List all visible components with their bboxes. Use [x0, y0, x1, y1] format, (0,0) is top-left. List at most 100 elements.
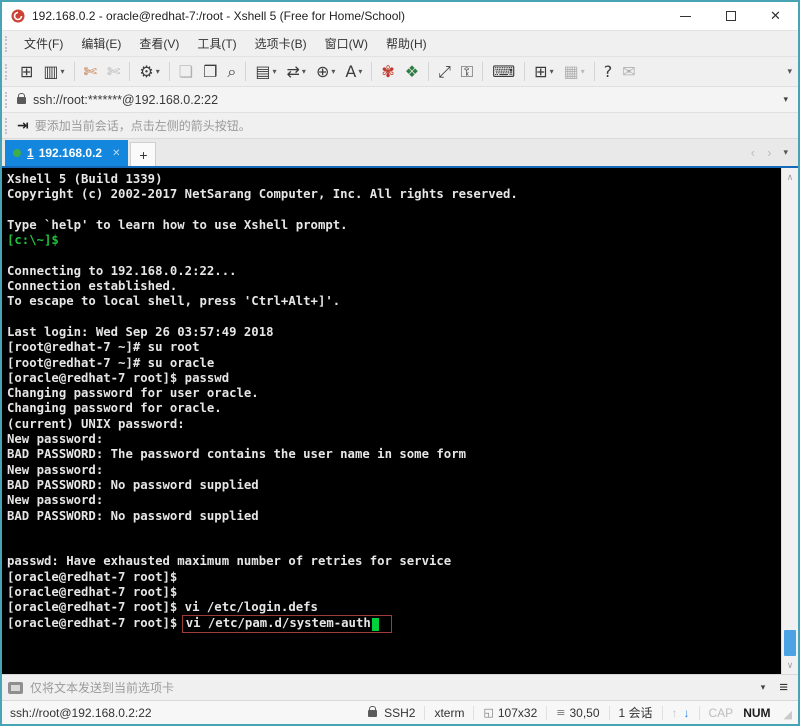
- toolbar-divider: [428, 62, 430, 81]
- encoding-icon[interactable]: ⇄ ▾: [283, 61, 310, 83]
- toolbar-drag-grip[interactable]: [5, 63, 11, 80]
- add-session-arrow-icon[interactable]: ⇥: [17, 118, 29, 134]
- terminal-line: Connection established.: [7, 279, 178, 294]
- chevron-down-icon[interactable]: ▾: [156, 67, 160, 76]
- chevron-down-icon[interactable]: ▾: [358, 67, 362, 76]
- menu-item[interactable]: 帮助(H): [377, 31, 436, 56]
- terminal-current-line: [oracle@redhat-7 root]$ vi /etc/pam.d/sy…: [7, 615, 781, 633]
- toolbar-overflow-button[interactable]: ▾: [787, 66, 792, 77]
- status-bar: ssh://root@192.168.0.2:22 SSH2 xterm ◱ 1…: [2, 700, 798, 724]
- terminal-lines: Xshell 5 (Build 1339) Copyright (c) 2002-…: [7, 172, 781, 616]
- tab-nav: ‹ › ▾: [751, 145, 798, 166]
- terminal-line: passwd: Have exhausted maximum number of…: [7, 554, 452, 569]
- terminal-line: New password:: [7, 462, 104, 477]
- terminal-line: [oracle@redhat-7 root]$ passwd: [7, 370, 230, 385]
- send-history-dropdown-icon[interactable]: ▾: [747, 682, 780, 693]
- session-properties-icon[interactable]: ⚙ ▾: [135, 61, 163, 83]
- send-options-icon[interactable]: ≡: [779, 679, 798, 696]
- new-session-icon[interactable]: ⊞: [16, 61, 37, 83]
- fullscreen-icon[interactable]: ⤢: [434, 61, 455, 83]
- terminal-prompt: [oracle@redhat-7 root]$: [7, 616, 185, 631]
- scroll-bottom-icon[interactable]: ↓: [684, 706, 690, 720]
- chevron-down-icon[interactable]: ▾: [273, 67, 277, 76]
- paste-icon[interactable]: ❐: [199, 61, 221, 83]
- num-lock-indicator: NUM: [743, 705, 771, 720]
- toolbar-divider: [168, 62, 170, 81]
- toolbar-divider: [371, 62, 373, 81]
- terminal-line: [c:\~]$: [7, 233, 59, 248]
- info-drag-grip[interactable]: [5, 117, 11, 134]
- menu-item[interactable]: 文件(F): [15, 31, 72, 56]
- tab-scroll-left-icon[interactable]: ‹: [751, 145, 755, 160]
- tab-list-dropdown-icon[interactable]: ▾: [783, 147, 788, 158]
- session-address-input[interactable]: ssh://root:*******@192.168.0.2:22: [33, 93, 773, 107]
- tab-session-1[interactable]: 1 192.168.0.2 ✕: [5, 140, 129, 166]
- chevron-down-icon[interactable]: ▾: [61, 67, 65, 76]
- new-tab-icon[interactable]: ⊞ ▾: [530, 61, 557, 83]
- reconnect-icon[interactable]: ✄: [103, 61, 124, 83]
- terminal-line: (current) UNIX password:: [7, 416, 185, 431]
- tab-number: 1: [27, 146, 34, 160]
- window-resize-grip[interactable]: ◢: [780, 704, 794, 721]
- menu-item[interactable]: 工具(T): [188, 31, 245, 56]
- xftp-icon[interactable]: ❖: [401, 61, 423, 83]
- terminal-output: Xshell 5 (Build 1339) Copyright (c) 2002-…: [2, 168, 781, 674]
- terminal-line: [oracle@redhat-7 root]$ vi /etc/login.de…: [7, 600, 318, 615]
- menu-item[interactable]: 编辑(E): [72, 31, 130, 56]
- scroll-down-icon[interactable]: ∨: [782, 657, 798, 673]
- xshell-icon[interactable]: ✾: [377, 61, 398, 83]
- info-message: 要添加当前会话，点击左侧的箭头按钮。: [34, 119, 251, 133]
- terminal[interactable]: Xshell 5 (Build 1339) Copyright (c) 2002-…: [2, 168, 798, 674]
- web-browser-icon[interactable]: ⊕ ▾: [312, 61, 339, 83]
- menu-item[interactable]: 窗口(W): [316, 31, 377, 56]
- menu-drag-grip[interactable]: [5, 35, 11, 52]
- toolbar-divider: [129, 62, 131, 81]
- font-icon[interactable]: A ▾: [341, 61, 366, 83]
- scroll-up-icon[interactable]: ∧: [782, 169, 798, 185]
- arrange-tabs-icon[interactable]: ▦ ▾: [560, 61, 589, 83]
- maximize-icon: [725, 11, 736, 21]
- address-drag-grip[interactable]: [5, 91, 11, 108]
- ssh-lock-icon: [368, 706, 378, 717]
- new-tab-button[interactable]: +: [130, 142, 157, 166]
- duplicate-session-icon[interactable]: ❏: [175, 61, 197, 83]
- status-emulation: xterm: [434, 705, 465, 720]
- minimize-button[interactable]: [663, 2, 708, 30]
- address-dropdown-button[interactable]: ▾: [773, 94, 798, 105]
- scroll-top-icon[interactable]: ↑: [672, 706, 678, 720]
- xshell-window: 192.168.0.2 - oracle@redhat-7:/root - Xs…: [0, 0, 800, 726]
- find-icon[interactable]: ⌕: [223, 61, 240, 83]
- chevron-down-icon[interactable]: ▾: [302, 67, 306, 76]
- help-icon[interactable]: ?: [600, 61, 617, 83]
- maximize-button[interactable]: [708, 2, 753, 30]
- status-terminal-size: ◱ 107x32: [483, 705, 538, 720]
- minimize-icon: [680, 15, 691, 17]
- toolbar-divider: [482, 62, 484, 81]
- tab-bar: 1 192.168.0.2 ✕ + ‹ › ▾: [2, 138, 798, 168]
- scrollbar-thumb[interactable]: [784, 630, 796, 656]
- terminal-scrollbar[interactable]: ∧ ∨: [781, 168, 798, 674]
- window-controls: ✕: [663, 2, 798, 30]
- close-button[interactable]: ✕: [753, 2, 798, 30]
- toolbar-items: ⊞ ▥ ▾ ✄ ✄ ⚙ ▾ ❏ ❐ ⌕ ▤ ▾ ⇄ ▾ ⊕ ▾ A ▾ ✾ ❖ …: [15, 61, 641, 83]
- open-folder-icon[interactable]: ▥ ▾: [39, 61, 68, 83]
- lock-screen-icon[interactable]: ⚿: [457, 61, 477, 83]
- menu-item[interactable]: 选项卡(B): [246, 31, 316, 56]
- menu-item[interactable]: 查看(V): [130, 31, 188, 56]
- print-icon[interactable]: ▤ ▾: [251, 61, 280, 83]
- send-text-input[interactable]: 仅将文本发送到当前选项卡: [30, 679, 747, 696]
- tab-scroll-right-icon[interactable]: ›: [767, 145, 771, 160]
- title-bar: 192.168.0.2 - oracle@redhat-7:/root - Xs…: [2, 2, 798, 30]
- chevron-down-icon[interactable]: ▾: [331, 67, 335, 76]
- terminal-command: vi /etc/pam.d/system-auth: [185, 616, 371, 631]
- terminal-line: Copyright (c) 2002-2017 NetSarang Comput…: [7, 187, 518, 202]
- feedback-icon[interactable]: ✉: [618, 61, 639, 83]
- virtual-keyboard-icon[interactable]: ⌨: [488, 61, 519, 83]
- chevron-down-icon[interactable]: ▾: [581, 67, 585, 76]
- disconnect-icon[interactable]: ✄: [80, 61, 101, 83]
- tab-close-icon[interactable]: ✕: [112, 148, 120, 159]
- terminal-line: Changing password for oracle.: [7, 401, 222, 416]
- chevron-down-icon[interactable]: ▾: [550, 67, 554, 76]
